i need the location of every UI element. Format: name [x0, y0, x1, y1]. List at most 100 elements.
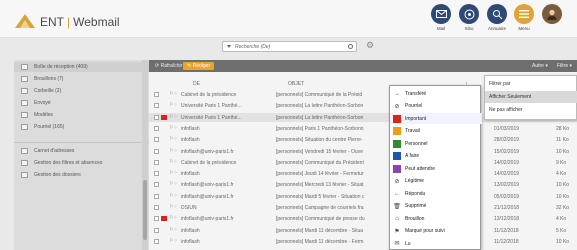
row-from: infoflash@univ-paris1.fr — [181, 148, 234, 155]
flag-tag — [161, 160, 167, 165]
row-checkbox[interactable] — [154, 148, 159, 154]
row-subject: [personnels] Mardi 11 décembre - Situa — [276, 227, 364, 234]
other-menu-button[interactable]: Autre ▾ — [532, 63, 548, 69]
table-row[interactable]: ⚐⁘ infoflash@univ-paris1.fr [personnels] M… — [149, 180, 577, 189]
context-menu-item[interactable]: ⌂ Brouillon — [390, 213, 482, 224]
row-size: 10 Ko — [556, 148, 570, 155]
menu-button[interactable]: Menu — [511, 4, 537, 31]
directory-button[interactable]: Annuaire — [484, 4, 510, 31]
row-checkbox[interactable] — [154, 182, 159, 188]
sidebar-item-addressbook[interactable]: Carnet d'adresses — [14, 146, 149, 156]
row-checkbox[interactable] — [154, 216, 159, 222]
sidebar-item-label: Brouillons (7) — [34, 76, 64, 82]
row-date: 15/02/2019 — [494, 148, 520, 155]
menu-item-icon: ← — [394, 190, 400, 197]
sidebar-item-drafts[interactable]: Brouillons (7) — [14, 74, 149, 84]
table-row[interactable]: ⚐⁘ DSIUN [personnels] Campagne de courriel… — [149, 203, 577, 212]
message-status-icon: ⚐⁘ — [169, 204, 178, 210]
table-row[interactable]: ⚐⁘ infoflash [personnels] Mardi 11 décembr… — [149, 237, 577, 246]
mail-label: Mail — [436, 26, 446, 31]
row-from: DSIUN — [181, 205, 197, 211]
row-date: 13/02/2019 — [494, 182, 520, 189]
sidebar-item-sent[interactable]: Envoyé — [14, 98, 149, 108]
filter-show-only[interactable]: Afficher Seulement — [485, 91, 577, 103]
sidebar-item-templates[interactable]: Modèles — [14, 110, 149, 120]
table-row[interactable]: ⚐⁘ infoflash [personnels] Paris 1 Panthéon… — [149, 124, 577, 133]
row-from: infoflash — [181, 171, 200, 178]
compose-button[interactable]: ✎ Rédiger — [183, 62, 215, 70]
row-checkbox[interactable] — [154, 114, 159, 120]
table-row[interactable]: ⚐⁘ infoflash@univ-paris1.fr [personnels] V… — [149, 147, 577, 156]
sidebar-item-folders[interactable]: Gestion des dossiers — [14, 170, 149, 180]
sidebar-item-label: Modèles — [34, 112, 53, 118]
filter-hide[interactable]: Ne pas afficher — [485, 104, 577, 116]
scrollbar-thumb[interactable] — [143, 180, 147, 240]
row-checkbox[interactable] — [154, 159, 159, 165]
table-row[interactable]: ⚐⁘ infoflash [personnels] Mardi 11 décembr… — [149, 226, 577, 235]
refresh-label: Rafraîchir — [160, 63, 183, 69]
search-box[interactable]: Recherche (De) — [222, 41, 357, 52]
context-menu-item[interactable]: Peut attendre — [390, 163, 482, 174]
row-checkbox[interactable] — [154, 205, 159, 210]
message-status-icon: ⚐⁘ — [169, 124, 178, 131]
row-checkbox[interactable] — [154, 125, 159, 131]
folders-icon — [21, 172, 28, 178]
color-swatch-icon — [393, 139, 401, 148]
context-menu-item[interactable]: A faire — [390, 151, 482, 162]
menu-item-icon: → — [394, 90, 400, 97]
table-row[interactable]: ⚐⁘ infoflash@univ-paris1.fr [personnels] M… — [149, 192, 577, 201]
gear-icon[interactable]: ⚙ — [366, 41, 375, 50]
mail-button[interactable]: Mail — [428, 4, 454, 31]
filter-menu-button[interactable]: Filtre ▾ — [557, 63, 572, 69]
row-checkbox[interactable] — [154, 171, 159, 177]
sidebar-item-trash[interactable]: Corbeille (2) — [14, 86, 149, 96]
column-from[interactable]: DE — [193, 81, 200, 87]
flag-tag — [161, 92, 167, 97]
app-brand[interactable]: ENT | Webmail — [40, 15, 120, 29]
table-row[interactable]: ⚐⁘ Cabinet de la présidence [personnels] C… — [149, 158, 577, 167]
table-row[interactable]: ⚐⁘ infoflash [personnels] Situation du cen… — [149, 135, 577, 144]
column-subject[interactable]: OBJET — [288, 81, 304, 87]
search-input[interactable]: Recherche (De) — [235, 44, 270, 50]
row-subject: [personnels] Campagne de courriels fra — [276, 205, 364, 211]
context-menu-item[interactable]: → Transféré — [390, 88, 482, 99]
table-row[interactable]: ⚐⁘ infoflash [personnels] Jeudi 14 février… — [149, 169, 577, 178]
message-status-icon: ⚐⁘ — [169, 102, 178, 109]
row-checkbox[interactable] — [154, 193, 159, 199]
xibo-button[interactable]: Xibo — [456, 4, 482, 31]
context-menu-item[interactable]: ⊘ Légitime — [390, 176, 482, 187]
menu-label: Menu — [518, 26, 530, 31]
row-checkbox[interactable] — [154, 227, 159, 233]
refresh-button[interactable]: ⟳ Rafraîchir — [155, 63, 182, 69]
filter-icon — [21, 160, 28, 166]
context-menu-item[interactable]: ⊘ Pourriel — [390, 101, 482, 112]
sidebar-item-inbox[interactable]: Boîte de réception (409) — [14, 62, 149, 72]
context-menu-item[interactable]: ⚑ Marqué pour suivi — [390, 226, 482, 237]
context-menu-item[interactable]: Travail — [390, 126, 482, 137]
color-swatch-icon — [393, 127, 401, 135]
message-status-icon: ⚐⁘ — [169, 215, 178, 222]
row-date: 05/02/2019 — [494, 193, 520, 200]
table-row[interactable]: ⚐⁘ infoflash@univ-paris1.fr [personnels] C… — [149, 214, 577, 223]
avatar-button[interactable] — [539, 4, 565, 24]
row-checkbox[interactable] — [154, 137, 159, 143]
context-menu-item[interactable]: ← Répondu — [390, 188, 482, 199]
filter-dropdown: Filtrer par Afficher Seulement Ne pas af… — [484, 75, 577, 120]
sidebar-item-filters[interactable]: Gestion des filtres et absences — [14, 158, 149, 168]
row-size: 9 Ko — [556, 159, 567, 166]
sidebar-scrollbar[interactable] — [142, 60, 148, 250]
context-menu-item[interactable]: Important — [390, 113, 482, 124]
folder-sidebar: Boîte de réception (409) Brouillons (7) … — [14, 60, 149, 250]
row-checkbox[interactable] — [154, 238, 159, 244]
search-scope-caret-icon[interactable] — [227, 45, 231, 48]
sidebar-item-spam[interactable]: Pourriel (165) — [14, 122, 149, 132]
search-icon[interactable] — [348, 44, 353, 49]
flag-tag — [161, 103, 167, 108]
row-checkbox[interactable] — [154, 92, 159, 97]
context-menu-item[interactable]: Personnel — [390, 138, 482, 149]
context-menu-item[interactable]: ✉ Lu — [390, 238, 482, 249]
mail-icon — [431, 4, 451, 24]
context-menu-item[interactable]: 🗑 Supprimé — [390, 201, 482, 212]
row-checkbox[interactable] — [154, 103, 159, 109]
message-status-icon: ⚐⁘ — [169, 113, 178, 120]
